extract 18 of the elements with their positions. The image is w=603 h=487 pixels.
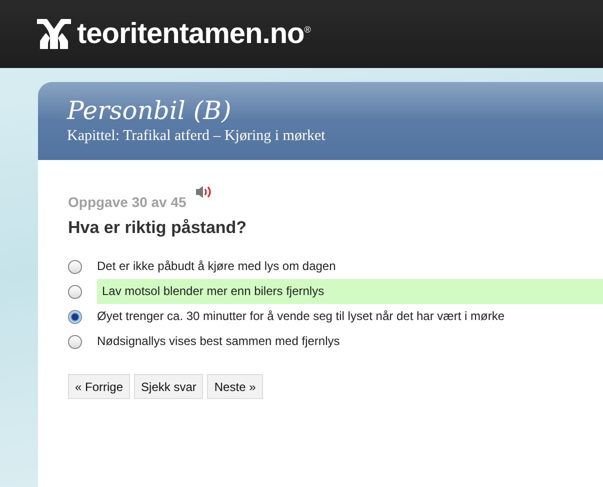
answer-option[interactable]: Det er ikke påbudt å kjøre med lys om dagen [97,254,603,279]
radio-button[interactable] [68,310,82,324]
answer-option[interactable]: Øyet trenger ca. 30 minutter for å vende seg til lyset når det har vært i mørke [97,304,603,329]
nav-button[interactable]: Sjekk svar [134,374,204,399]
logo-icon [37,19,71,49]
question-counter: Oppgave 30 av 45 [68,194,186,210]
nav-button[interactable]: « Forrige [68,374,130,399]
radio-button[interactable] [68,260,82,274]
answer-option[interactable]: Lav motsol blender mer enn bilers fjernlys [97,279,603,304]
question-text: Hva er riktig påstand? [68,218,248,238]
nav-button[interactable]: Neste » [207,374,263,399]
radio-button[interactable] [68,334,82,348]
site-logo-text[interactable]: teoritentamen.no$^{®}$ [77,18,310,50]
speaker-icon[interactable] [196,186,214,198]
radio-button[interactable] [68,284,82,298]
page-title: Personbil (B) [67,96,232,126]
chapter-subtitle: Kapittel: Trafikal atferd – Kjøring i mørket [67,128,326,145]
answer-option[interactable]: Nødsignallys vises best sammen med fjernlys [97,329,603,354]
